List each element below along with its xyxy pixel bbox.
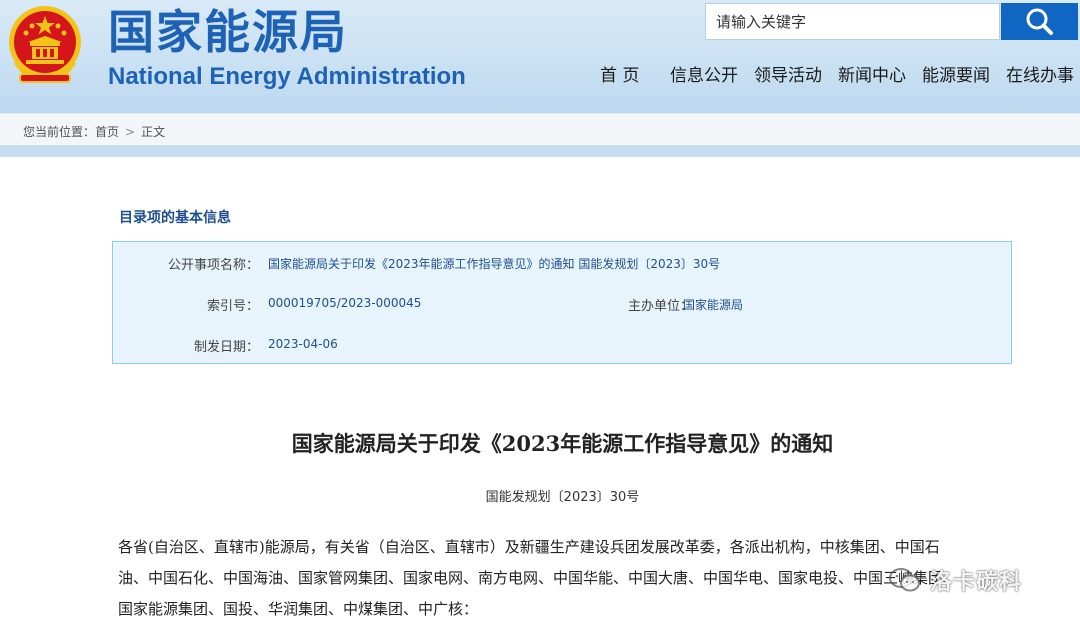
watermark-text: 洛卡碳科 bbox=[930, 570, 1023, 595]
wechat-icon bbox=[889, 568, 920, 592]
nav-leadership[interactable]: 领导活动 bbox=[754, 64, 822, 88]
nav-home[interactable]: 首 页 bbox=[600, 64, 639, 88]
site-header: 国家能源局 National Energy Administration 首 页… bbox=[0, 0, 1080, 113]
info-table: 公开事项名称： 国家能源局关于印发《2023年能源工作指导意见》的通知 国能发规… bbox=[112, 241, 1012, 364]
body-line: 各省(自治区、直辖市)能源局，有关省（自治区、直辖市）及新疆生产建设兵团发展改革… bbox=[118, 538, 940, 556]
breadcrumb: 您当前位置：首页 > 正文 bbox=[23, 123, 165, 140]
search-button[interactable] bbox=[1001, 3, 1078, 40]
nav-info-disclosure[interactable]: 信息公开 bbox=[670, 64, 738, 88]
site-title-en[interactable]: National Energy Administration bbox=[108, 62, 466, 92]
document-number: 国能发规划〔2023〕30号 bbox=[485, 490, 640, 505]
info-heading: 目录项的基本信息 bbox=[119, 210, 231, 226]
breadcrumb-current: 正文 bbox=[141, 125, 166, 139]
label-date: 制发日期： bbox=[193, 340, 259, 355]
value-index: 000019705/2023-000045 bbox=[268, 296, 422, 310]
nav-energy-news[interactable]: 能源要闻 bbox=[922, 64, 990, 88]
document-body: 各省(自治区、直辖市)能源局，有关省（自治区、直辖市）及新疆生产建设兵团发展改革… bbox=[118, 532, 988, 625]
watermark: 洛卡碳科 bbox=[888, 562, 1058, 598]
search-icon bbox=[1026, 8, 1053, 35]
document-title: 国家能源局关于印发《2023年能源工作指导意见》的通知 bbox=[291, 431, 834, 456]
nav-news[interactable]: 新闻中心 bbox=[838, 64, 906, 88]
label-index: 索引号： bbox=[206, 299, 259, 314]
site-title-cn[interactable]: 国家能源局 bbox=[108, 2, 348, 62]
breadcrumb-separator: > bbox=[125, 125, 136, 139]
nav-online-services[interactable]: 在线办事 bbox=[1006, 64, 1074, 88]
value-item-name: 国家能源局关于印发《2023年能源工作指导意见》的通知 国能发规划〔2023〕3… bbox=[268, 257, 721, 271]
value-org: 国家能源局 bbox=[683, 298, 744, 312]
national-emblem-icon[interactable] bbox=[6, 4, 84, 86]
body-line: 国家能源集团、国投、华润集团、中煤集团、中广核： bbox=[118, 600, 479, 618]
breadcrumb-prefix: 您当前位置： bbox=[23, 125, 96, 139]
decorative-strip bbox=[0, 145, 1080, 157]
label-item-name: 公开事项名称： bbox=[167, 258, 259, 273]
value-date: 2023-04-06 bbox=[268, 337, 338, 351]
label-org: 主办单位： bbox=[627, 299, 693, 314]
breadcrumb-bar: 您当前位置：首页 > 正文 bbox=[0, 113, 1080, 145]
breadcrumb-home[interactable]: 首页 bbox=[95, 125, 119, 139]
body-line: 油、中国石化、中国海油、国家管网集团、国家电网、南方电网、中国华能、中国大唐、中… bbox=[118, 569, 959, 587]
search-input[interactable] bbox=[705, 3, 1000, 40]
